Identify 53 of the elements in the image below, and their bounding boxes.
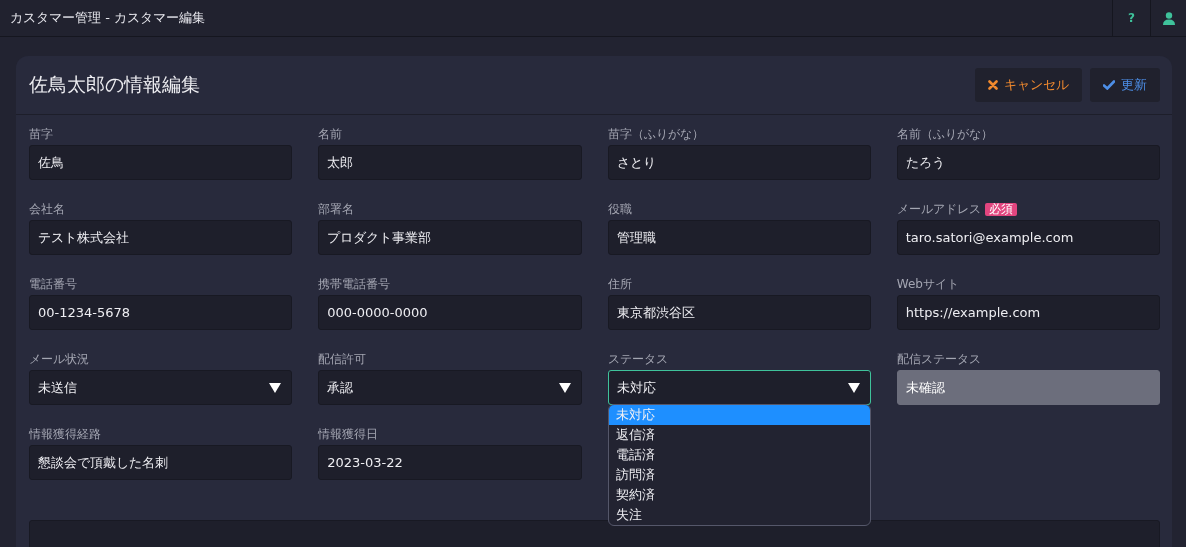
window-title: カスタマー管理 - カスタマー編集 <box>9 9 205 27</box>
field-label: 苗字（ふりがな） <box>607 126 704 143</box>
field-label: メールアドレス <box>896 201 981 218</box>
input-field[interactable]: 000-0000-0000 <box>318 295 582 330</box>
dropdown-option[interactable]: 失注 <box>608 505 870 525</box>
dropdown-option[interactable]: 訪問済 <box>608 465 870 485</box>
field-label: 住所 <box>607 276 632 293</box>
input-field[interactable]: プロダクト事業部 <box>318 220 582 255</box>
input-field[interactable]: 懇談会で頂戴した名刺 <box>29 445 293 480</box>
input-field[interactable]: 2023-03-22 <box>318 445 582 480</box>
caret-icon <box>558 382 571 393</box>
field-label: 苗字 <box>29 126 53 143</box>
input-field: 未確認 <box>896 370 1160 405</box>
input-field[interactable]: 00-1234-5678 <box>29 295 293 330</box>
field-label: 情報獲得日 <box>318 426 379 443</box>
field-label: 会社名 <box>29 201 65 218</box>
check-icon <box>1103 80 1115 90</box>
input-field[interactable]: さとり <box>607 145 871 180</box>
required-badge: 必須 <box>984 203 1017 216</box>
input-field[interactable]: 管理職 <box>607 220 871 255</box>
dropdown-option[interactable]: 契約済 <box>608 485 870 505</box>
field-label: ステータス <box>607 351 668 368</box>
field-label: 役職 <box>607 201 632 218</box>
dropdown[interactable]: 承認 <box>318 370 582 405</box>
input-field[interactable]: 東京都渋谷区 <box>607 295 871 330</box>
caret-icon <box>847 382 860 393</box>
field-label: 情報獲得経路 <box>29 426 101 443</box>
input-field[interactable]: 佐鳥 <box>29 145 293 180</box>
field-label: 名前（ふりがな） <box>896 126 993 143</box>
input-field[interactable]: たろう <box>896 145 1160 180</box>
field-label: Webサイト <box>896 276 959 293</box>
close-icon <box>988 80 998 90</box>
field-label: 配信ステータス <box>896 351 981 368</box>
dropdown-option[interactable]: 返信済 <box>608 425 870 445</box>
field-label: 部署名 <box>318 201 355 218</box>
card-title: 佐鳥太郎の情報編集 <box>29 72 200 97</box>
dropdown[interactable]: 未送信 <box>29 370 293 405</box>
dropdown-option[interactable]: 電話済 <box>608 445 870 465</box>
cancel-button[interactable]: キャンセル <box>975 68 1082 102</box>
caret-icon <box>269 382 282 393</box>
update-button[interactable]: 更新 <box>1090 68 1160 102</box>
field-label: 電話番号 <box>29 276 77 293</box>
field-label: 名前 <box>318 126 343 143</box>
dropdown[interactable]: 未対応 <box>607 370 871 405</box>
user-icon <box>1162 11 1175 25</box>
field-label: メール状況 <box>29 351 89 368</box>
input-field[interactable]: 太郎 <box>318 145 582 180</box>
field-label: 携帯電話番号 <box>318 276 391 293</box>
input-field[interactable]: https://example.com <box>896 295 1160 330</box>
input-field[interactable]: taro.satori@example.com <box>896 220 1160 255</box>
input-field[interactable]: テスト株式会社 <box>29 220 293 255</box>
field-label: 配信許可 <box>318 351 367 368</box>
help-button[interactable]: ? <box>1112 0 1150 36</box>
